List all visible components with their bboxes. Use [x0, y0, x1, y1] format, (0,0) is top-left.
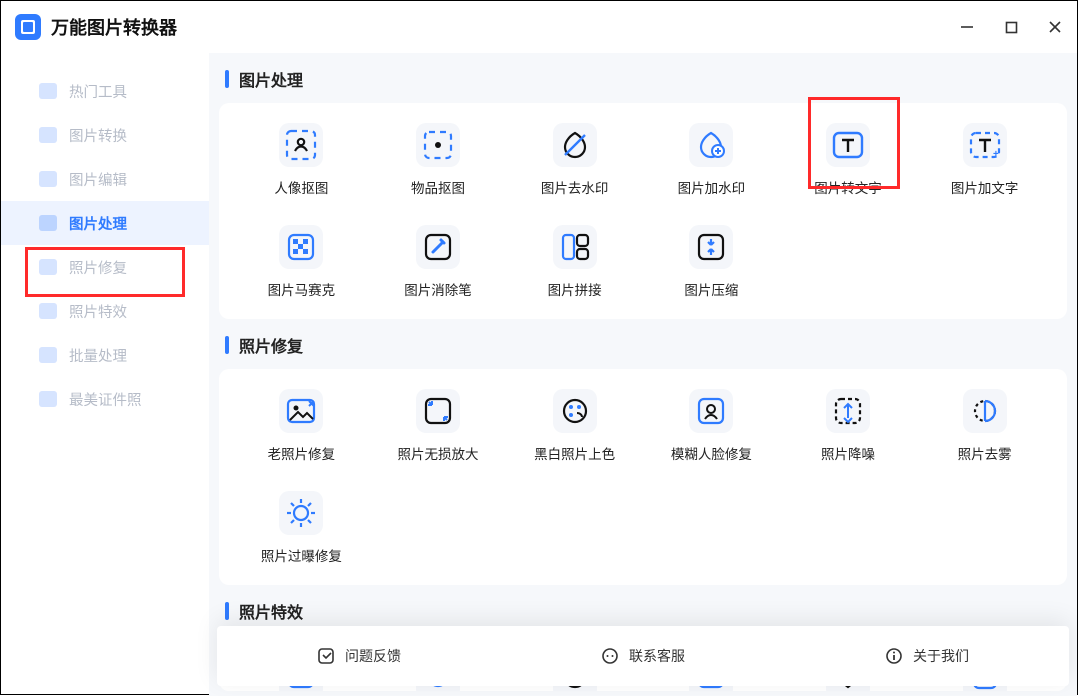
sidebar-item-effects[interactable]: 照片特效: [1, 289, 209, 333]
tool-label: 图片转文字: [814, 177, 882, 197]
sidebar-item-edit[interactable]: 图片编辑: [1, 157, 209, 201]
tool-add-text[interactable]: 图片加文字: [916, 121, 1053, 197]
tool-person-cutout[interactable]: 人像抠图: [233, 121, 370, 197]
dehaze-icon: [963, 389, 1007, 433]
tool-eraser[interactable]: 图片消除笔: [370, 223, 507, 299]
tool-label: 照片降噪: [821, 443, 875, 463]
tool-label: 图片加文字: [951, 177, 1019, 197]
footer-label: 问题反馈: [345, 646, 401, 666]
tool-compress[interactable]: 图片压缩: [643, 223, 780, 299]
sidebar-item-id-photo[interactable]: 最美证件照: [1, 377, 209, 421]
tool-denoise[interactable]: 照片降噪: [780, 387, 917, 463]
sidebar-icon: [39, 215, 57, 231]
sidebar-icon: [39, 83, 57, 99]
tool-label: 图片马赛克: [268, 279, 336, 299]
collage-icon: [553, 225, 597, 269]
add-text-icon: [963, 123, 1007, 167]
compress-icon: [689, 225, 733, 269]
tool-label: 照片去雾: [958, 443, 1012, 463]
tool-collage[interactable]: 图片拼接: [506, 223, 643, 299]
eraser-icon: [416, 225, 460, 269]
remove-watermark-icon: [553, 123, 597, 167]
sidebar-item-label: 图片转换: [69, 125, 127, 146]
sidebar-icon: [39, 171, 57, 187]
section-title-photo-effects: 照片特效: [225, 599, 1067, 623]
tool-label: 图片去水印: [541, 177, 609, 197]
footer-label: 关于我们: [913, 646, 969, 666]
tool-mosaic[interactable]: 图片马赛克: [233, 223, 370, 299]
tool-object-cutout[interactable]: 物品抠图: [370, 121, 507, 197]
exposure-icon: [279, 491, 323, 535]
tool-label: 照片过曝修复: [261, 545, 342, 565]
tool-label: 黑白照片上色: [534, 443, 615, 463]
sidebar-item-hot-tools[interactable]: 热门工具: [1, 69, 209, 113]
about-icon: [885, 647, 903, 665]
sidebar-item-repair[interactable]: 照片修复: [1, 245, 209, 289]
maximize-button[interactable]: [1003, 19, 1019, 35]
title-bar: 万能图片转换器: [1, 1, 1077, 53]
tool-label: 人像抠图: [274, 177, 328, 197]
sidebar-item-process[interactable]: 图片处理: [1, 201, 209, 245]
mosaic-icon: [279, 225, 323, 269]
tool-label: 模糊人脸修复: [671, 443, 752, 463]
tool-upscale[interactable]: 照片无损放大: [370, 387, 507, 463]
tool-image-to-text[interactable]: 图片转文字: [780, 121, 917, 197]
footer-label: 联系客服: [629, 646, 685, 666]
sidebar-item-label: 热门工具: [69, 81, 127, 102]
close-button[interactable]: [1047, 19, 1063, 35]
object-cutout-icon: [416, 123, 460, 167]
face-fix-icon: [689, 389, 733, 433]
section-panel-image-process: 人像抠图 物品抠图 图片去水印 图片加水印 图片转文字 图片加文字 图片马赛克 …: [219, 103, 1067, 319]
colorize-icon: [553, 389, 597, 433]
section-title-image-process: 图片处理: [225, 67, 1067, 91]
sidebar-icon: [39, 391, 57, 407]
old-photo-icon: [279, 389, 323, 433]
tool-colorize[interactable]: 黑白照片上色: [506, 387, 643, 463]
app-title: 万能图片转换器: [51, 14, 177, 40]
add-watermark-icon: [689, 123, 733, 167]
support-icon: [601, 647, 619, 665]
sidebar-icon: [39, 347, 57, 363]
tool-remove-watermark[interactable]: 图片去水印: [506, 121, 643, 197]
footer-about[interactable]: 关于我们: [885, 646, 969, 666]
upscale-icon: [416, 389, 460, 433]
tool-label: 图片拼接: [548, 279, 602, 299]
sidebar-item-label: 照片特效: [69, 301, 127, 322]
tool-label: 图片压缩: [684, 279, 738, 299]
sidebar-item-label: 图片处理: [69, 213, 127, 234]
app-logo-icon: [15, 14, 41, 40]
sidebar-item-batch[interactable]: 批量处理: [1, 333, 209, 377]
minimize-button[interactable]: [959, 19, 975, 35]
tool-old-photo-repair[interactable]: 老照片修复: [233, 387, 370, 463]
tool-add-watermark[interactable]: 图片加水印: [643, 121, 780, 197]
sidebar-item-convert[interactable]: 图片转换: [1, 113, 209, 157]
sidebar: 热门工具 图片转换 图片编辑 图片处理 照片修复 照片特效 批量处理 最美证件照: [1, 53, 209, 696]
sidebar-item-label: 最美证件照: [69, 389, 142, 410]
tool-label: 照片无损放大: [397, 443, 478, 463]
tool-label: 老照片修复: [268, 443, 336, 463]
section-title-photo-repair: 照片修复: [225, 333, 1067, 357]
sidebar-icon: [39, 127, 57, 143]
tool-exposure-fix[interactable]: 照片过曝修复: [233, 489, 370, 565]
section-panel-photo-repair: 老照片修复 照片无损放大 黑白照片上色 模糊人脸修复 照片降噪 照片去雾 照片过…: [219, 369, 1067, 585]
main-content: 图片处理 人像抠图 物品抠图 图片去水印 图片加水印 图片转文字 图片加文字 图…: [209, 53, 1077, 696]
footer-support[interactable]: 联系客服: [601, 646, 685, 666]
sidebar-item-label: 图片编辑: [69, 169, 127, 190]
feedback-icon: [317, 647, 335, 665]
sidebar-item-label: 批量处理: [69, 345, 127, 366]
person-cutout-icon: [279, 123, 323, 167]
sidebar-icon: [39, 259, 57, 275]
denoise-icon: [826, 389, 870, 433]
tool-label: 图片加水印: [678, 177, 746, 197]
tool-dehaze[interactable]: 照片去雾: [916, 387, 1053, 463]
sidebar-item-label: 照片修复: [69, 257, 127, 278]
tool-label: 物品抠图: [411, 177, 465, 197]
tool-label: 图片消除笔: [404, 279, 472, 299]
image-to-text-icon: [826, 123, 870, 167]
footer-bar: 问题反馈 联系客服 关于我们: [217, 626, 1069, 686]
tool-face-fix[interactable]: 模糊人脸修复: [643, 387, 780, 463]
footer-feedback[interactable]: 问题反馈: [317, 646, 401, 666]
sidebar-icon: [39, 303, 57, 319]
